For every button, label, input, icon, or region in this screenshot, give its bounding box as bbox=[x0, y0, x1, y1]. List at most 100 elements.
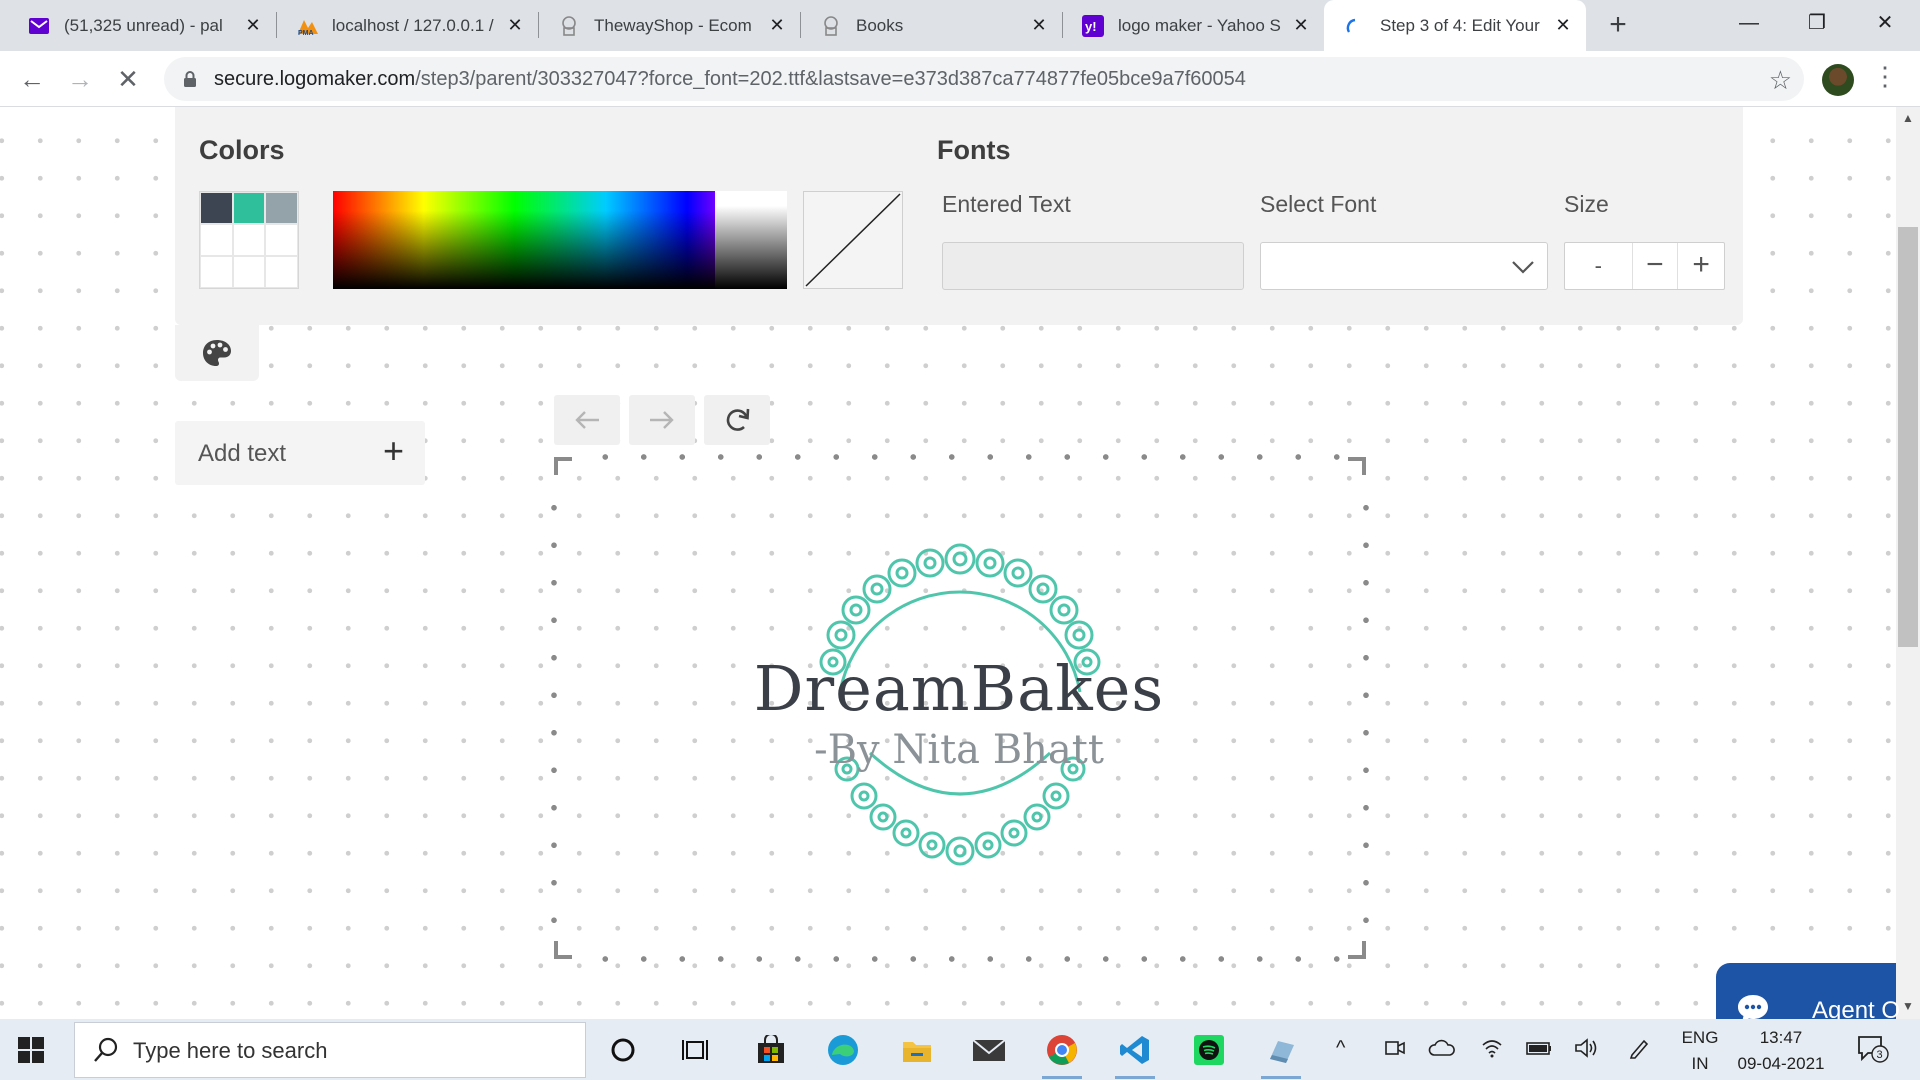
tab-yahoo-mail[interactable]: (51,325 unread) - pal ✕ bbox=[8, 0, 276, 51]
size-increase-button[interactable]: + bbox=[1678, 243, 1724, 289]
frame-corner bbox=[1348, 457, 1366, 475]
swatch-empty[interactable] bbox=[265, 256, 298, 288]
stop-loading-icon[interactable]: ✕ bbox=[110, 61, 146, 97]
tab-phpmyadmin[interactable]: PMA localhost / 127.0.0.1 / ✕ bbox=[276, 0, 538, 51]
grayscale-picker[interactable] bbox=[715, 191, 787, 289]
spotify-icon[interactable] bbox=[1186, 1027, 1232, 1073]
redo-button[interactable] bbox=[629, 395, 695, 445]
logo-subtitle[interactable]: -By Nita Bhatt bbox=[749, 727, 1169, 773]
no-color-slash-icon bbox=[805, 193, 901, 287]
logo-title[interactable]: DreamBakes bbox=[749, 652, 1169, 725]
new-tab-button[interactable]: + bbox=[1602, 10, 1634, 42]
swatch-empty[interactable] bbox=[200, 224, 233, 256]
language-code: ENG bbox=[1681, 1028, 1719, 1047]
restore-icon[interactable]: ❐ bbox=[1782, 4, 1852, 42]
scroll-up-icon[interactable]: ▲ bbox=[1902, 111, 1914, 125]
taskbar-search-input[interactable]: Type here to search bbox=[74, 1022, 586, 1078]
show-hidden-icons[interactable]: ^ bbox=[1336, 1037, 1345, 1060]
swatch-empty[interactable] bbox=[232, 256, 266, 288]
palette-toggle-button[interactable] bbox=[175, 325, 259, 381]
frame-corner bbox=[554, 457, 572, 475]
scrollbar-thumb[interactable] bbox=[1898, 227, 1918, 647]
add-text-label: Add text bbox=[198, 440, 287, 467]
clock[interactable]: 13:47 09-04-2021 bbox=[1726, 1025, 1836, 1077]
scroll-ornament-bottom bbox=[834, 756, 1086, 866]
window-close-icon[interactable]: ✕ bbox=[1850, 4, 1920, 42]
swatch-dark[interactable] bbox=[200, 192, 233, 224]
frame-edge bbox=[574, 454, 1344, 460]
live-chat-widget[interactable]: Agent O bbox=[1716, 963, 1900, 1019]
onedrive-icon[interactable] bbox=[1428, 1037, 1456, 1065]
url-text: secure.logomaker.com/step3/parent/303327… bbox=[214, 68, 1246, 91]
forward-icon[interactable]: → bbox=[62, 61, 98, 97]
battery-icon[interactable] bbox=[1526, 1037, 1552, 1065]
no-color-button[interactable] bbox=[803, 191, 903, 289]
swatch-empty[interactable] bbox=[200, 256, 233, 288]
url-path: /step3/parent/303327047?force_font=202.t… bbox=[415, 68, 1246, 90]
close-icon[interactable]: ✕ bbox=[766, 14, 788, 36]
tab-yahoo-search[interactable]: y! logo maker - Yahoo S ✕ bbox=[1062, 0, 1324, 51]
task-view-icon[interactable] bbox=[672, 1027, 718, 1073]
size-decrease-button[interactable]: − bbox=[1633, 243, 1679, 289]
meet-now-icon[interactable] bbox=[1384, 1037, 1406, 1065]
cortana-icon[interactable] bbox=[600, 1027, 646, 1073]
reset-button[interactable] bbox=[704, 395, 770, 445]
close-icon[interactable]: ✕ bbox=[242, 14, 264, 36]
url-host: secure.logomaker.com bbox=[214, 68, 416, 90]
close-icon[interactable]: ✕ bbox=[1028, 14, 1050, 36]
tab-title: ThewayShop - Ecom bbox=[594, 15, 752, 35]
scroll-down-icon[interactable]: ▼ bbox=[1902, 999, 1914, 1013]
swatch-empty[interactable] bbox=[265, 224, 298, 256]
size-value[interactable]: - bbox=[1565, 243, 1633, 289]
swatch-gray[interactable] bbox=[265, 192, 298, 224]
menu-icon[interactable]: ⋮ bbox=[1872, 61, 1898, 92]
address-bar[interactable]: secure.logomaker.com/step3/parent/303327… bbox=[164, 57, 1804, 101]
chevron-down-icon bbox=[1512, 261, 1534, 274]
close-icon[interactable]: ✕ bbox=[504, 14, 526, 36]
tab-title: Step 3 of 4: Edit Your bbox=[1380, 15, 1540, 35]
chat-bubble-icon bbox=[1738, 995, 1768, 1019]
tab-title: (51,325 unread) - pal bbox=[64, 15, 223, 35]
tab-books[interactable]: Books ✕ bbox=[800, 0, 1062, 51]
font-select[interactable] bbox=[1260, 242, 1548, 290]
vscode-icon[interactable] bbox=[1112, 1027, 1158, 1079]
minimize-icon[interactable]: — bbox=[1714, 4, 1784, 42]
page-scrollbar[interactable]: ▲ ▼ bbox=[1896, 107, 1920, 1019]
select-font-label: Select Font bbox=[1260, 191, 1377, 217]
yahoo-icon: y! bbox=[1082, 14, 1104, 37]
microsoft-store-icon[interactable] bbox=[748, 1027, 794, 1073]
close-icon[interactable]: ✕ bbox=[1552, 14, 1574, 36]
notification-count: 3 bbox=[1877, 1049, 1883, 1061]
back-icon[interactable]: ← bbox=[14, 61, 50, 97]
language-indicator[interactable]: ENG IN bbox=[1676, 1025, 1724, 1077]
svg-text:y!: y! bbox=[1085, 19, 1097, 34]
profile-avatar[interactable] bbox=[1822, 64, 1854, 96]
volume-icon[interactable] bbox=[1574, 1037, 1598, 1065]
close-icon[interactable]: ✕ bbox=[1290, 14, 1312, 36]
mail-icon[interactable] bbox=[966, 1027, 1012, 1073]
tab-logomaker[interactable]: Step 3 of 4: Edit Your ✕ bbox=[1324, 0, 1586, 51]
tab-thewayshop[interactable]: ThewayShop - Ecom ✕ bbox=[538, 0, 800, 51]
windows-start-icon[interactable] bbox=[18, 1037, 44, 1068]
frame-corner bbox=[554, 941, 572, 959]
size-stepper: - − + bbox=[1564, 242, 1725, 290]
plus-icon: + bbox=[383, 430, 405, 471]
pen-icon[interactable] bbox=[1628, 1037, 1650, 1065]
region-code: IN bbox=[1691, 1054, 1709, 1073]
edge-icon[interactable] bbox=[820, 1027, 866, 1073]
refresh-icon bbox=[726, 408, 750, 431]
swatch-empty[interactable] bbox=[232, 224, 266, 256]
wifi-icon[interactable] bbox=[1480, 1037, 1504, 1065]
chrome-icon[interactable] bbox=[1039, 1027, 1085, 1079]
arrow-left-icon bbox=[575, 411, 599, 429]
swatch-teal[interactable] bbox=[232, 192, 266, 224]
phpmyadmin-icon: PMA bbox=[296, 15, 318, 37]
eraser-app-icon[interactable] bbox=[1258, 1027, 1304, 1079]
file-explorer-icon[interactable] bbox=[894, 1027, 940, 1073]
add-text-button[interactable]: Add text + bbox=[175, 421, 425, 485]
action-center-icon[interactable]: 3 bbox=[1856, 1033, 1890, 1069]
frame-edge bbox=[551, 477, 557, 939]
undo-button[interactable] bbox=[554, 395, 620, 445]
entered-text-input[interactable] bbox=[942, 242, 1244, 290]
bookmark-star-icon[interactable]: ☆ bbox=[1769, 65, 1792, 96]
